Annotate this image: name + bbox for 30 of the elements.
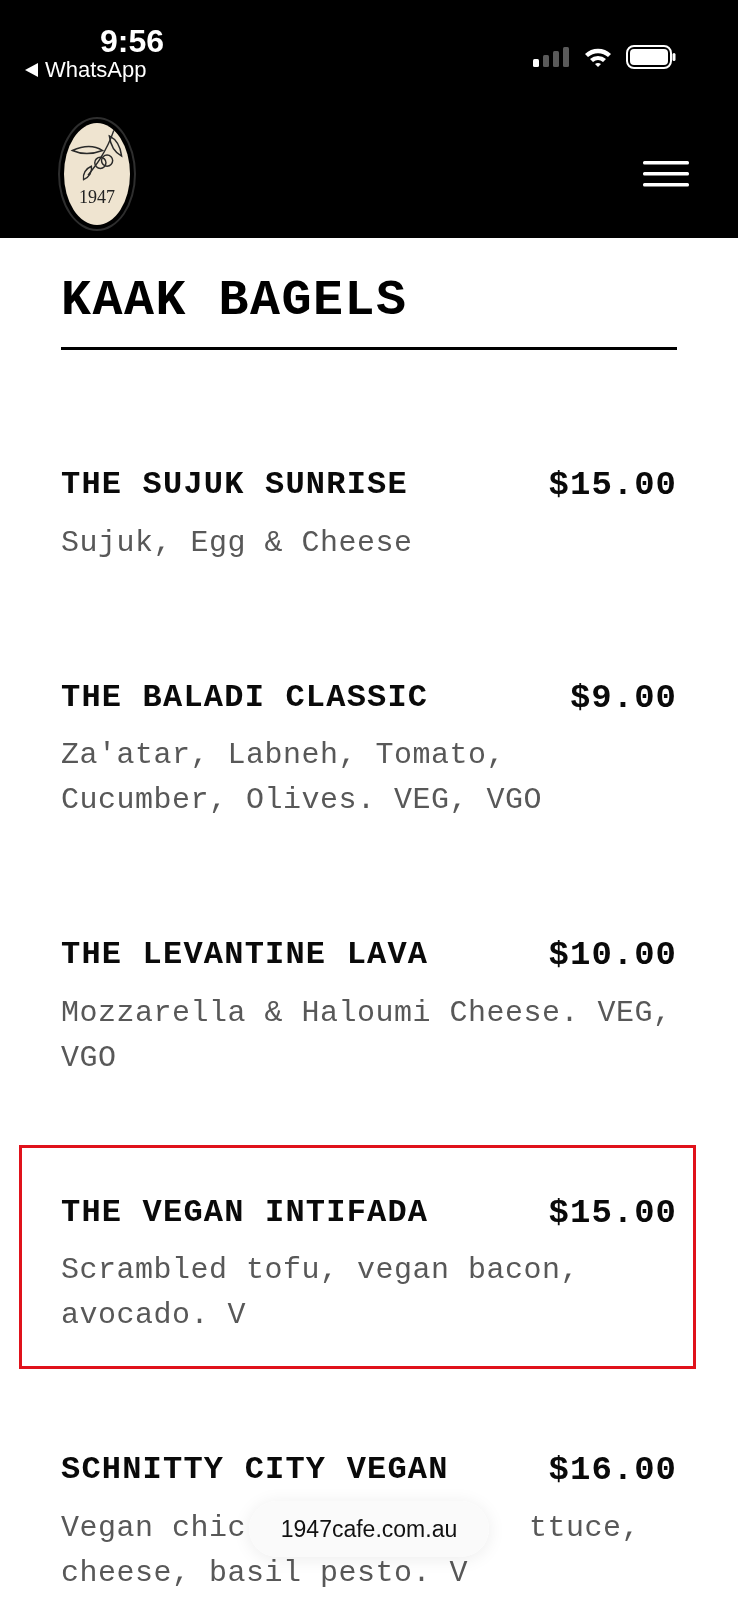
item-description: ttuce, (529, 1511, 641, 1545)
item-name: THE LEVANTINE LAVA (61, 935, 429, 975)
section-heading: KAAK BAGELS (61, 271, 409, 331)
battery-icon (626, 45, 676, 69)
item-price: $9.00 (569, 677, 677, 718)
item-description: cheese, basil pesto. V (61, 1556, 469, 1590)
logo[interactable]: 1947 (58, 117, 136, 231)
wifi-icon (584, 47, 612, 67)
back-link[interactable]: WhatsApp (25, 58, 147, 82)
signal-icon (533, 47, 570, 67)
item-name: SCHNITTY CITY VEGAN (61, 1450, 449, 1490)
item-name: THE SUJUK SUNRISE (61, 465, 408, 505)
menu-icon (643, 161, 689, 187)
item-name: THE VEGAN INTIFADA (61, 1192, 429, 1233)
item-description: Sujuk, Egg & Cheese (61, 524, 414, 562)
item-description: Scrambled tofu, vegan bacon, avocado. V (61, 1252, 581, 1334)
back-icon (25, 63, 38, 77)
item-price: $16.00 (548, 1450, 677, 1490)
logo-year: 1947 (79, 187, 115, 207)
item-name: THE BALADI CLASSIC (61, 677, 429, 718)
item-description: Za'atar, Labneh, Tomato, Cucumber, Olives. VEG, VGO (61, 737, 544, 819)
item-description: Vegan chic (61, 1511, 247, 1545)
menu-button[interactable] (643, 161, 689, 187)
item-price: $15.00 (548, 465, 677, 505)
clock-time: 9:56 (100, 24, 165, 58)
item-description: Mozzarella & Haloumi Cheese. VEG, VGO (61, 994, 673, 1077)
address-bar[interactable]: 1947cafe.com.au (249, 1501, 489, 1557)
item-price: $15.00 (548, 1192, 677, 1233)
olive-branch-icon (69, 129, 125, 181)
item-price: $10.00 (548, 935, 677, 975)
